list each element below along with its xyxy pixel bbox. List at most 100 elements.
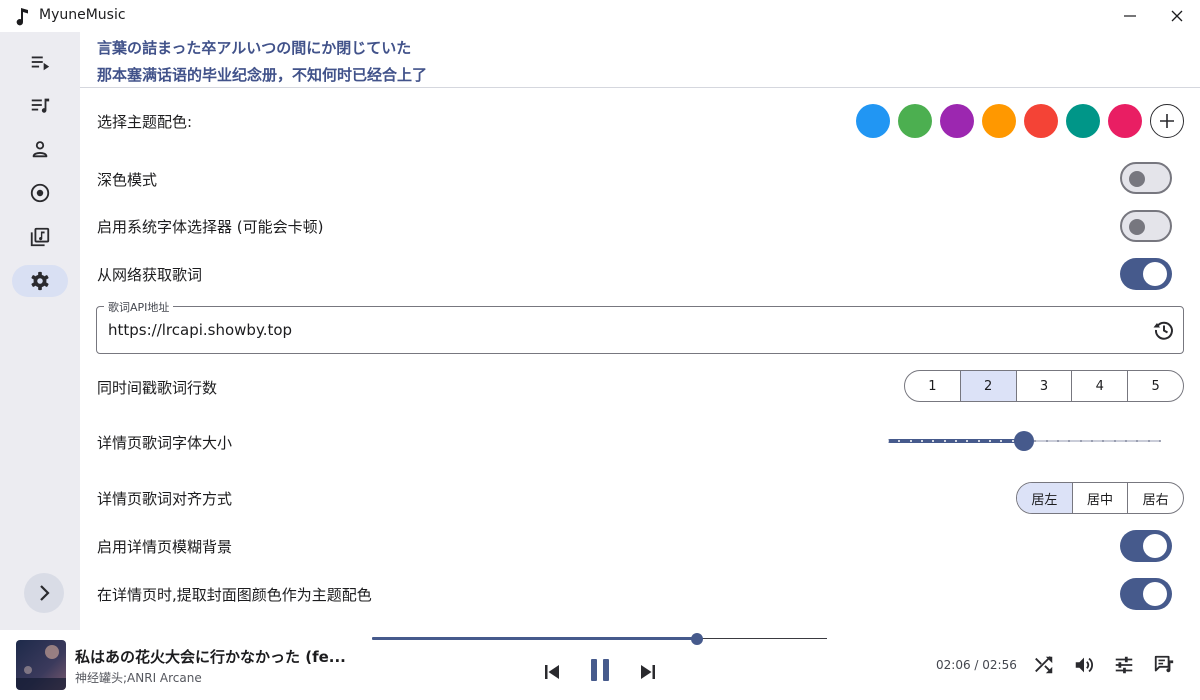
lyric-lines-option[interactable]: 1 [905, 371, 960, 401]
lyric-lines-option[interactable]: 5 [1127, 371, 1183, 401]
system-font-picker-label: 启用系统字体选择器 (可能会卡顿) [97, 218, 324, 236]
slider-tick [1147, 440, 1150, 442]
lyric-lines-label: 同时间戳歌词行数 [97, 379, 218, 397]
lyrics-button[interactable] [1152, 653, 1176, 677]
shuffle-button[interactable] [1032, 653, 1056, 677]
playback-time: 02:06 / 02:56 [936, 658, 1017, 672]
volume-icon [1075, 657, 1093, 673]
theme-color-swatch[interactable] [940, 104, 974, 138]
sidebar [0, 32, 80, 630]
close-button[interactable] [1154, 0, 1200, 32]
slider-tick [1079, 440, 1082, 442]
lyric-align-label: 详情页歌词对齐方式 [97, 490, 233, 508]
toggle-knob [1129, 171, 1145, 187]
theme-color-swatch[interactable] [1108, 104, 1142, 138]
library-icon [30, 227, 50, 247]
playlist-icon [31, 98, 50, 113]
lyric-lines-selector: 12345 [904, 370, 1184, 402]
close-icon [1171, 10, 1183, 22]
toggle-knob [1143, 262, 1167, 286]
slider-tick [1113, 440, 1116, 442]
lyric-font-size-label: 详情页歌词字体大小 [97, 434, 233, 452]
music-note-icon [16, 8, 28, 26]
expand-sidebar-button[interactable] [24, 573, 64, 613]
minimize-button[interactable] [1107, 0, 1153, 32]
theme-color-swatch[interactable] [898, 104, 932, 138]
gear-icon [31, 271, 49, 291]
slider-tick [989, 440, 991, 442]
toggle-knob [1129, 219, 1145, 235]
dark-mode-toggle[interactable] [1120, 162, 1172, 194]
sidebar-item-library[interactable] [12, 221, 68, 253]
lyric-align-option[interactable]: 居中 [1071, 483, 1128, 513]
lyric-original-line: 言葉の詰まった卒アルいつの間にか閉じていた [97, 39, 412, 57]
slider-tick [921, 440, 923, 442]
system-font-picker-toggle[interactable] [1120, 210, 1172, 242]
plus-icon [1160, 114, 1174, 128]
blur-background-label: 启用详情页模糊背景 [97, 538, 233, 556]
lyric-align-option[interactable]: 居右 [1127, 483, 1183, 513]
app-title: MyuneMusic [39, 7, 126, 23]
lyric-lines-option[interactable]: 2 [959, 371, 1016, 401]
cover-theme-color-toggle[interactable] [1120, 578, 1172, 610]
playback-progress-played[interactable] [372, 637, 697, 640]
equalizer-icon [1115, 656, 1133, 674]
slider-tick [955, 440, 957, 442]
previous-track-button[interactable] [540, 660, 564, 684]
album-cover[interactable] [16, 640, 66, 690]
lyric-lines-option[interactable]: 4 [1071, 371, 1127, 401]
blur-background-toggle[interactable] [1120, 530, 1172, 562]
skip-previous-icon [545, 665, 559, 679]
skip-next-icon [641, 665, 655, 679]
lyrics-api-legend: 歌词API地址 [104, 299, 174, 315]
history-icon [1153, 321, 1173, 340]
minimize-icon [1124, 15, 1136, 17]
theme-color-swatch[interactable] [982, 104, 1016, 138]
theme-color-swatch[interactable] [1066, 104, 1100, 138]
add-theme-color-button[interactable] [1150, 104, 1184, 138]
slider-tick [943, 440, 946, 442]
slider-tick [1125, 440, 1127, 442]
sidebar-item-albums[interactable] [12, 177, 68, 209]
toggle-knob [1143, 582, 1167, 606]
font-size-slider-thumb[interactable] [1014, 431, 1034, 451]
sidebar-item-queue[interactable] [12, 46, 68, 78]
theme-color-swatch[interactable] [856, 104, 890, 138]
theme-color-swatch[interactable] [1024, 104, 1058, 138]
album-icon [30, 183, 50, 203]
lyric-lines-option[interactable]: 3 [1015, 371, 1072, 401]
volume-button[interactable] [1072, 653, 1096, 677]
slider-tick [1091, 440, 1093, 442]
theme-color-label: 选择主题配色: [97, 113, 193, 131]
lyrics-icon [1154, 655, 1174, 673]
restore-default-button[interactable] [1152, 318, 1176, 342]
slider-tick [1045, 440, 1048, 442]
toggle-knob [1143, 534, 1167, 558]
lyric-align-selector: 居左 居中 居右 [1016, 482, 1184, 514]
pause-button[interactable] [586, 656, 614, 684]
slider-tick [1057, 440, 1059, 442]
song-title[interactable]: 私はあの花火大会に行かなかった (fe... [75, 646, 346, 667]
artist-icon [32, 141, 48, 158]
queue-icon [31, 56, 50, 71]
next-track-button[interactable] [636, 660, 660, 684]
title-bar: MyuneMusic [0, 0, 1200, 32]
lyrics-header: 言葉の詰まった卒アルいつの間にか閉じていた 那本塞满话语的毕业纪念册，不知何时已… [80, 32, 1200, 88]
online-lyrics-label: 从网络获取歌词 [97, 266, 203, 284]
pause-icon [591, 659, 609, 681]
sidebar-item-artists[interactable] [12, 133, 68, 165]
equalizer-button[interactable] [1112, 653, 1136, 677]
playback-progress-remaining[interactable] [697, 638, 827, 639]
dark-mode-label: 深色模式 [97, 171, 158, 189]
sidebar-item-settings[interactable] [12, 265, 68, 297]
lyric-align-option[interactable]: 居左 [1017, 483, 1072, 513]
sidebar-item-playlists[interactable] [12, 89, 68, 121]
cover-theme-color-label: 在详情页时,提取封面图颜色作为主题配色 [97, 586, 372, 604]
song-artist[interactable]: 神经罐头;ANRI Arcane [75, 669, 202, 686]
lyrics-api-input[interactable]: https://lrcapi.showby.top [108, 321, 292, 339]
lyric-translation-line: 那本塞满话语的毕业纪念册，不知何时已经合上了 [97, 66, 428, 84]
slider-tick [909, 440, 912, 442]
online-lyrics-toggle[interactable] [1120, 258, 1172, 290]
playback-progress-thumb[interactable] [691, 633, 703, 645]
slider-tick [887, 440, 889, 442]
